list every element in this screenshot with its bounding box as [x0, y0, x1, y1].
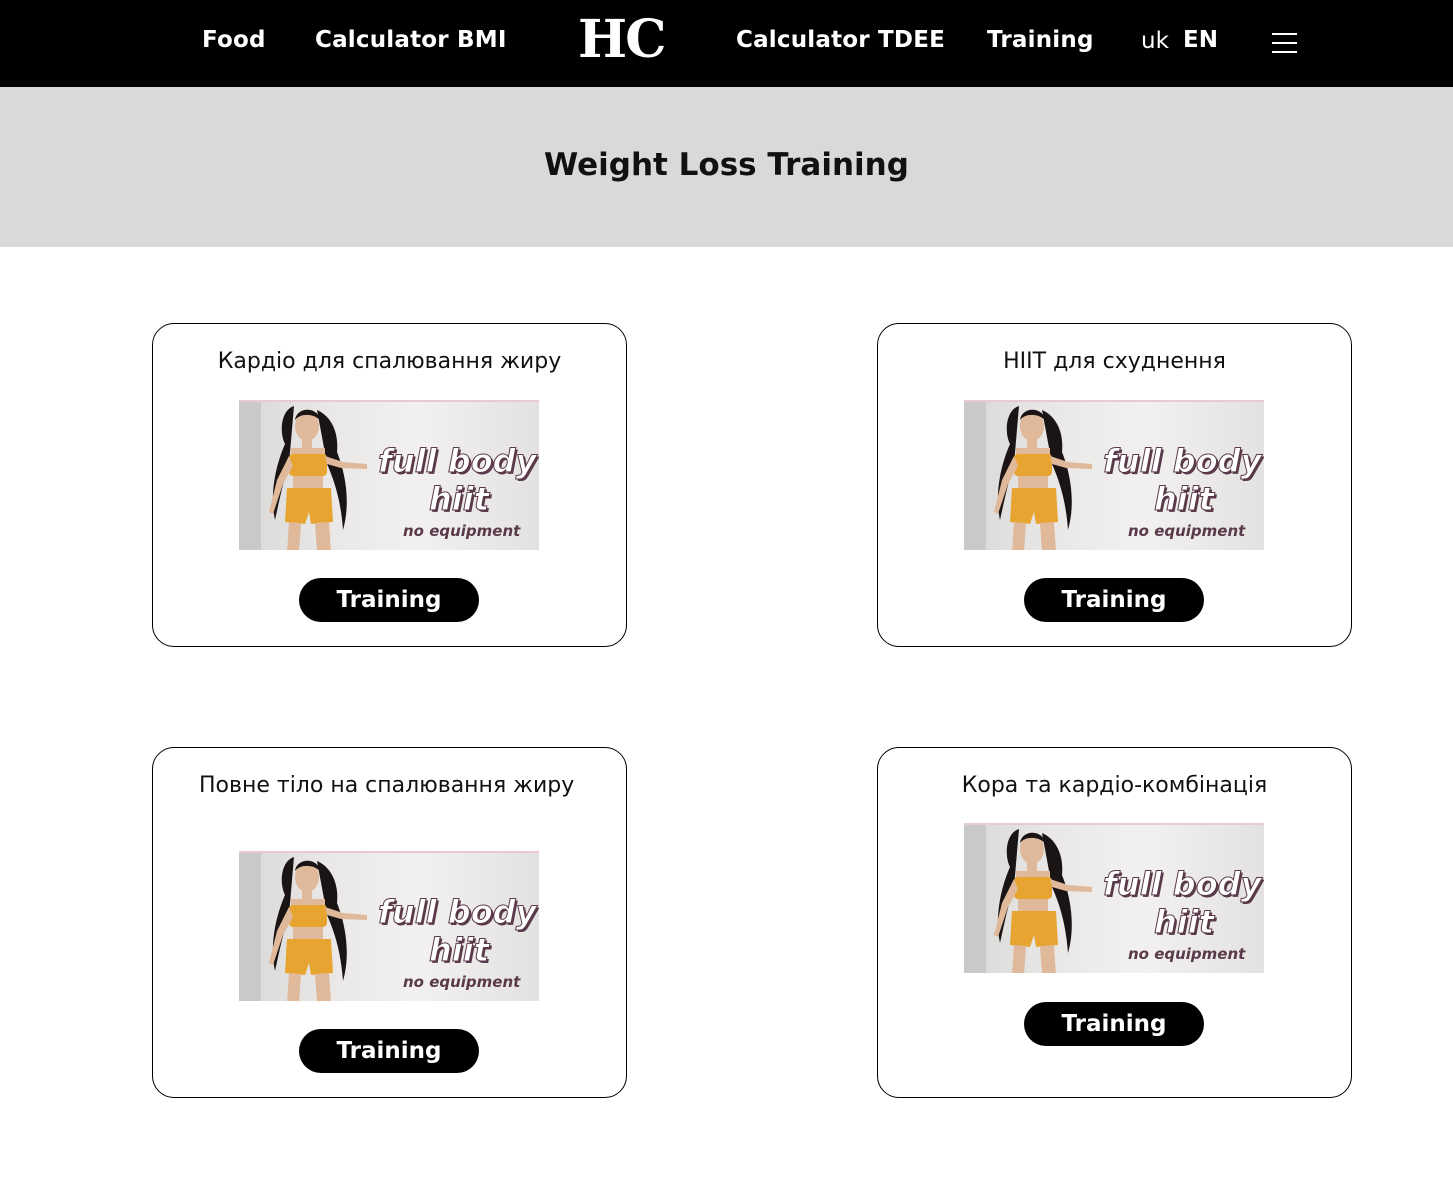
- training-button[interactable]: Training: [299, 1029, 479, 1073]
- page-title: Weight Loss Training: [544, 147, 909, 183]
- svg-text:no equipment: no equipment: [403, 973, 521, 991]
- svg-text:hiit: hiit: [429, 480, 491, 518]
- card-title: Повне тіло на спалювання жиру: [199, 773, 575, 798]
- thumbnail-caption: full body full body hiit hiit no equipme…: [378, 442, 540, 541]
- language-uk-link[interactable]: uk: [1141, 28, 1169, 54]
- thumbnail-caption: full body full body hiit hiit no equipme…: [378, 893, 540, 992]
- thumbnail-caption: full body full body hiit hiit no equipme…: [1103, 865, 1265, 964]
- training-card: Кардіо для спалювання жиру full body ful…: [152, 323, 627, 647]
- nav-food-link[interactable]: Food: [202, 27, 266, 53]
- training-thumbnail[interactable]: full body full body hiit hiit no equipme…: [964, 400, 1264, 550]
- card-title: Кора та кардіо-комбінація: [961, 773, 1268, 798]
- hamburger-menu-icon[interactable]: [1270, 31, 1300, 55]
- nav-calculator-bmi-link[interactable]: Calculator BMI: [315, 27, 507, 53]
- training-thumbnail[interactable]: full body full body hiit hiit no equipme…: [239, 400, 539, 550]
- svg-text:full body: full body: [378, 442, 538, 480]
- svg-text:full body: full body: [1103, 442, 1263, 480]
- svg-text:full body: full body: [378, 893, 538, 931]
- svg-text:full body: full body: [1103, 865, 1263, 903]
- page-hero-banner: Weight Loss Training: [0, 87, 1453, 247]
- svg-text:hiit: hiit: [429, 931, 491, 969]
- card-title: Кардіо для спалювання жиру: [217, 349, 562, 374]
- training-card: HIIT для схуднення full body full body h…: [877, 323, 1352, 647]
- top-navigation-bar: Food Calculator BMI HC Calculator TDEE T…: [0, 0, 1453, 87]
- svg-text:no equipment: no equipment: [403, 522, 521, 540]
- training-button[interactable]: Training: [1024, 1002, 1204, 1046]
- svg-text:hiit: hiit: [1154, 903, 1216, 941]
- thumbnail-caption: full body full body hiit hiit no equipme…: [1103, 442, 1265, 541]
- training-card: Кора та кардіо-комбінація full body full…: [877, 747, 1352, 1098]
- training-button[interactable]: Training: [1024, 578, 1204, 622]
- training-button[interactable]: Training: [299, 578, 479, 622]
- site-logo[interactable]: HC: [578, 10, 667, 70]
- training-thumbnail[interactable]: full body full body hiit hiit no equipme…: [964, 823, 1264, 973]
- training-card: Повне тіло на спалювання жиру full body …: [152, 747, 627, 1098]
- language-en-link[interactable]: EN: [1183, 27, 1218, 53]
- card-title: HIIT для схуднення: [1003, 349, 1226, 374]
- nav-training-link[interactable]: Training: [987, 27, 1094, 53]
- svg-text:no equipment: no equipment: [1128, 945, 1246, 963]
- training-thumbnail[interactable]: full body full body hiit hiit no equipme…: [239, 851, 539, 1001]
- svg-text:hiit: hiit: [1154, 480, 1216, 518]
- nav-calculator-tdee-link[interactable]: Calculator TDEE: [736, 27, 945, 53]
- svg-text:no equipment: no equipment: [1128, 522, 1246, 540]
